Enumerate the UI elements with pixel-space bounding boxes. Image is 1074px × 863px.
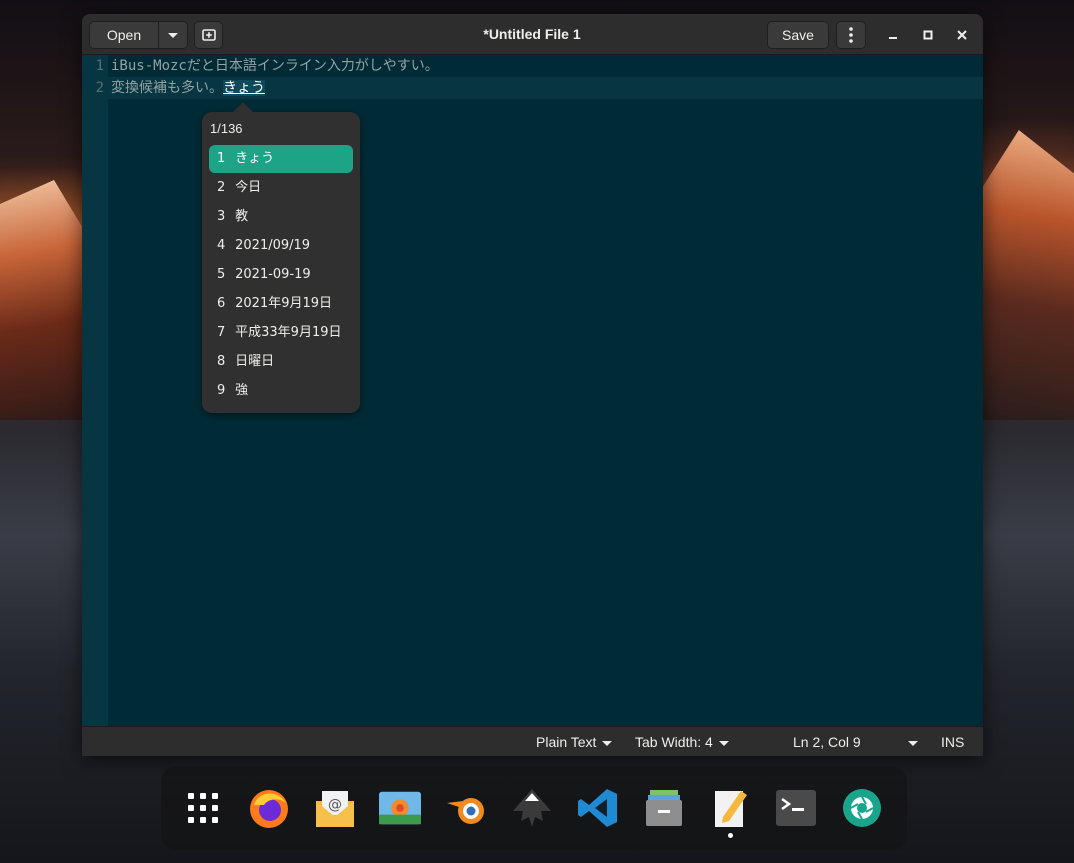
svg-text:@: @ [328, 797, 342, 813]
blender-icon [445, 787, 487, 829]
cursor-position: Ln 2, Col 9 [793, 727, 861, 756]
vscode-icon [577, 787, 619, 829]
open-button[interactable]: Open [89, 21, 159, 49]
candidate-text: きょう [235, 151, 274, 166]
candidate-text: 今日 [235, 180, 261, 195]
inkscape-icon [511, 787, 553, 829]
save-button-label: Save [782, 27, 814, 43]
text-line: iBus-Mozcだと日本語インライン入力がしやすい。 [111, 55, 439, 77]
kebab-menu-icon [849, 27, 853, 43]
insert-mode-label: INS [941, 734, 964, 750]
candidate-item[interactable]: 9 強 [209, 377, 353, 405]
close-button[interactable] [950, 23, 974, 47]
blender-launcher[interactable] [445, 787, 487, 829]
firefox-icon [248, 787, 290, 829]
candidate-item[interactable]: 3 教 [209, 203, 353, 231]
chevron-down-icon [908, 741, 918, 746]
candidate-text: 2021年9月19日 [235, 296, 332, 311]
candidate-item[interactable]: 7 平成33年9月19日 [209, 319, 353, 347]
candidate-number: 1 [217, 145, 231, 173]
candidate-number: 9 [217, 377, 231, 405]
line-number-gutter [82, 55, 108, 726]
candidate-text: 教 [235, 209, 248, 224]
new-document-button[interactable] [194, 21, 223, 49]
candidate-item[interactable]: 8 日曜日 [209, 348, 353, 376]
candidate-text: 2021-09-19 [235, 267, 311, 282]
candidate-item[interactable]: 6 2021年9月19日 [209, 290, 353, 318]
ime-preedit-text: きょう [223, 80, 265, 96]
app-grid-icon [187, 792, 219, 824]
candidate-number: 3 [217, 203, 231, 231]
header-bar: Open *Untitled File 1 Save [82, 14, 983, 55]
minimize-button[interactable] [881, 23, 905, 47]
candidate-item[interactable]: 2 今日 [209, 174, 353, 202]
window-title: *Untitled File 1 [382, 14, 682, 55]
new-tab-icon [201, 27, 217, 43]
goto-line-menu[interactable] [902, 727, 918, 756]
inkscape-launcher[interactable] [511, 787, 553, 829]
mail-launcher[interactable]: @ [314, 787, 356, 829]
tab-width-label: Tab Width: 4 [635, 734, 713, 750]
chevron-down-icon [168, 33, 178, 38]
terminal-icon [776, 790, 816, 826]
candidate-page-count: 1/136 [210, 121, 243, 136]
line-text: iBus-Mozcだと日本語インライン入力がしやすい。 [111, 58, 439, 74]
candidate-number: 7 [217, 319, 231, 347]
ime-candidate-popup: 1/136 1 きょう 2 今日 3 教 4 2021/09/19 5 2021… [202, 112, 360, 413]
vscode-launcher[interactable] [577, 787, 619, 829]
chevron-down-icon [719, 741, 729, 746]
text-line: 変換候補も多い。きょう [111, 77, 265, 99]
candidate-item[interactable]: 4 2021/09/19 [209, 232, 353, 260]
running-indicator [728, 833, 733, 838]
candidate-number: 4 [217, 232, 231, 260]
candidate-text: 2021/09/19 [235, 238, 310, 253]
save-button[interactable]: Save [767, 21, 829, 49]
candidate-item[interactable]: 5 2021-09-19 [209, 261, 353, 289]
tab-width-selector[interactable]: Tab Width: 4 [635, 727, 729, 756]
insert-mode-indicator: INS [941, 727, 964, 756]
candidate-item[interactable]: 1 きょう [209, 145, 353, 173]
candidate-number: 2 [217, 174, 231, 202]
dock: @ [161, 766, 907, 850]
firefox-launcher[interactable] [248, 787, 290, 829]
maximize-button[interactable] [916, 23, 940, 47]
chevron-down-icon [602, 741, 612, 746]
wallpaper-mountain-right [982, 130, 1074, 420]
cursor-position-label: Ln 2, Col 9 [793, 734, 861, 750]
line-text: 変換候補も多い。 [111, 80, 223, 96]
main-menu-button[interactable] [836, 21, 866, 49]
line-number: 2 [82, 77, 104, 99]
candidate-number: 5 [217, 261, 231, 289]
candidate-number: 8 [217, 348, 231, 376]
app-grid-button[interactable] [182, 787, 224, 829]
maximize-icon [923, 30, 933, 40]
terminal-launcher[interactable] [775, 787, 817, 829]
wallpaper-mountain-left [0, 180, 90, 420]
line-number: 1 [82, 55, 104, 77]
candidate-number: 6 [217, 290, 231, 318]
language-selector[interactable]: Plain Text [536, 727, 612, 756]
mail-icon: @ [314, 787, 356, 829]
status-bar: Plain Text Tab Width: 4 Ln 2, Col 9 INS [82, 726, 983, 756]
camera-launcher[interactable] [841, 787, 883, 829]
open-menu-button[interactable] [158, 21, 188, 49]
files-icon [644, 788, 684, 828]
image-viewer-launcher[interactable] [379, 787, 421, 829]
candidate-text: 平成33年9月19日 [235, 325, 341, 340]
minimize-icon [888, 30, 898, 40]
language-label: Plain Text [536, 734, 596, 750]
text-editor-launcher[interactable] [709, 787, 751, 829]
open-button-label: Open [107, 27, 141, 43]
candidate-text: 日曜日 [235, 354, 274, 369]
camera-icon [842, 788, 882, 828]
candidate-text: 強 [235, 383, 248, 398]
files-launcher[interactable] [643, 787, 685, 829]
image-viewer-icon [379, 791, 421, 825]
close-icon [957, 30, 967, 40]
text-editor-icon [709, 787, 751, 829]
